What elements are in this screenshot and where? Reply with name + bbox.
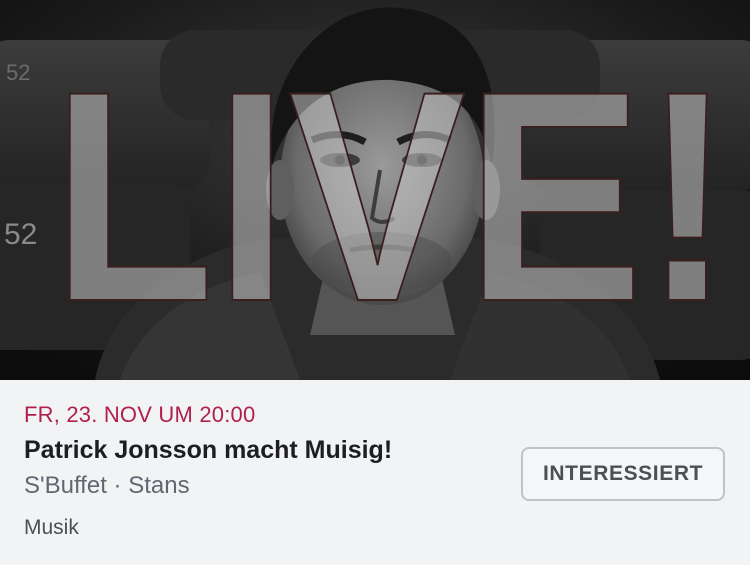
event-title[interactable]: Patrick Jonsson macht Muisig!: [24, 436, 392, 465]
event-info: FR, 23. NOV UM 20:00 Patrick Jonsson mac…: [0, 380, 750, 565]
event-cover-image[interactable]: 52 52 LIVE!: [0, 0, 750, 380]
event-location[interactable]: S'Buffet · Stans: [24, 472, 190, 500]
cover-photo: 52 52 LIVE!: [0, 0, 750, 380]
seat-number-top: 52: [6, 60, 30, 85]
event-card[interactable]: 52 52 LIVE! FR, 23. NOV UM 20:00 Patrick…: [0, 0, 750, 565]
live-overlay-text: LIVE!: [52, 28, 732, 364]
interested-button[interactable]: INTERESSIERT: [521, 447, 725, 501]
seat-number-side: 52: [4, 218, 37, 251]
event-category: Musik: [24, 516, 79, 539]
event-date: FR, 23. NOV UM 20:00: [24, 402, 256, 427]
